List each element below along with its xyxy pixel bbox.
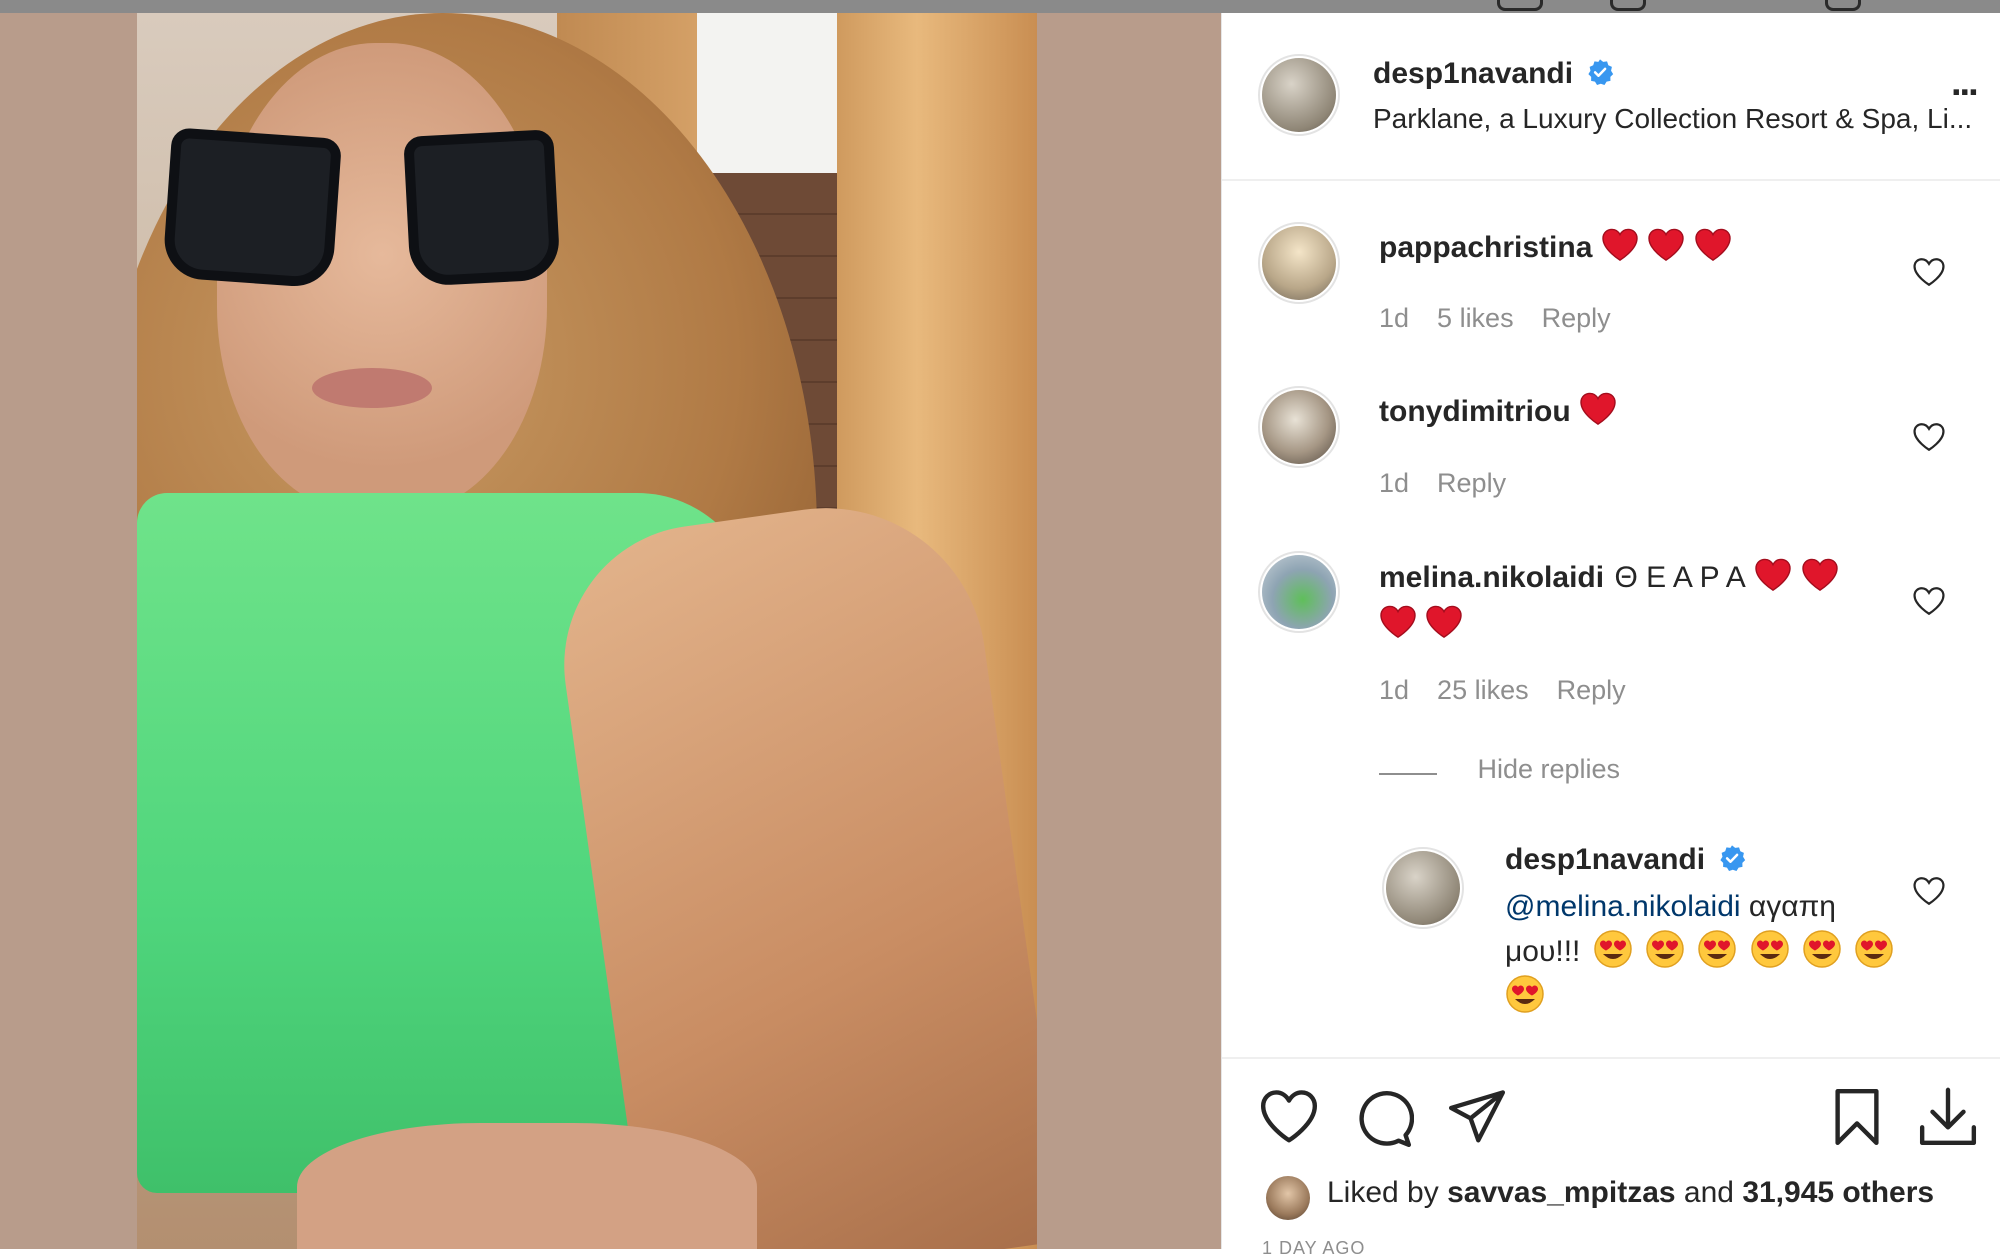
red-heart-emoji-icon bbox=[1755, 558, 1791, 591]
commenter-avatar[interactable] bbox=[1258, 386, 1340, 468]
comment-likes[interactable]: 5 likes bbox=[1437, 303, 1514, 333]
author-avatar[interactable] bbox=[1258, 54, 1340, 136]
like-comment-icon[interactable] bbox=[1912, 875, 1946, 907]
heart-eyes-emoji-icon bbox=[1751, 930, 1789, 968]
heart-eyes-emoji-icon bbox=[1506, 975, 1544, 1013]
window-icon bbox=[1497, 0, 1543, 11]
comment-body: melina.nikolaidi Θ Ε Α Ρ Α bbox=[1379, 556, 1879, 652]
comment-time[interactable]: 1d bbox=[1379, 468, 1409, 498]
reply-username[interactable]: desp1navandi bbox=[1505, 843, 1705, 876]
liker-avatar[interactable] bbox=[1266, 1176, 1310, 1220]
more-options-icon[interactable]: ... bbox=[1951, 64, 1979, 102]
like-icon[interactable] bbox=[1258, 1086, 1320, 1148]
red-heart-emoji-icon bbox=[1801, 558, 1838, 591]
sunglasses-right-lens bbox=[403, 129, 561, 287]
heart-eyes-emoji-icon bbox=[1803, 930, 1841, 968]
author-username[interactable]: desp1navandi bbox=[1373, 57, 1573, 90]
like-comment-icon[interactable] bbox=[1912, 256, 1946, 288]
header-divider bbox=[1222, 179, 2000, 181]
post-media[interactable] bbox=[0, 13, 1221, 1249]
like-comment-icon[interactable] bbox=[1912, 421, 1946, 453]
waist bbox=[297, 1123, 757, 1249]
comment-text: Θ Ε Α Ρ Α bbox=[1614, 561, 1746, 594]
comment-icon[interactable] bbox=[1352, 1088, 1414, 1150]
verified-icon bbox=[1719, 845, 1745, 871]
reply-button[interactable]: Reply bbox=[1437, 468, 1506, 498]
reply-button[interactable]: Reply bbox=[1542, 303, 1611, 333]
commenter-avatar[interactable] bbox=[1258, 551, 1340, 633]
comment-time[interactable]: 1d bbox=[1379, 675, 1409, 705]
replies-line bbox=[1379, 772, 1437, 775]
liker-username[interactable]: savvas_mpitzas bbox=[1447, 1176, 1676, 1209]
reply-text-line2: μου!!! bbox=[1505, 935, 1581, 968]
commenter-avatar[interactable] bbox=[1258, 222, 1340, 304]
post-sidebar: desp1navandi Parklane, a Luxury Collecti… bbox=[1221, 13, 2000, 1258]
red-heart-emoji-icon bbox=[1426, 605, 1463, 638]
comment-meta: 1d 25 likes Reply bbox=[1379, 675, 1654, 706]
reply-text-line1: αγαπη bbox=[1740, 890, 1836, 923]
comment-body: pappachristina bbox=[1379, 228, 1732, 265]
comment-meta: 1d Reply bbox=[1379, 468, 1534, 499]
download-icon[interactable] bbox=[1917, 1086, 1979, 1148]
like-comment-icon[interactable] bbox=[1912, 585, 1946, 617]
reply-button[interactable]: Reply bbox=[1557, 675, 1626, 705]
post-location[interactable]: Parklane, a Luxury Collection Resort & S… bbox=[1373, 103, 1972, 135]
commenter-username[interactable]: tonydimitriou bbox=[1379, 395, 1571, 428]
reply-avatar[interactable] bbox=[1382, 847, 1464, 929]
likes-middle: and bbox=[1675, 1176, 1743, 1209]
heart-eyes-emoji-icon bbox=[1646, 930, 1684, 968]
comment-meta: 1d 5 likes Reply bbox=[1379, 303, 1639, 334]
window-icon bbox=[1610, 0, 1646, 11]
hide-replies-row[interactable]: Hide replies bbox=[1379, 754, 1620, 785]
heart-eyes-emoji-icon bbox=[1593, 930, 1632, 968]
red-heart-emoji-icon bbox=[1648, 228, 1685, 261]
red-heart-emoji-icon bbox=[1602, 228, 1638, 261]
browser-top-strip bbox=[0, 0, 2000, 13]
red-heart-emoji-icon bbox=[1380, 605, 1416, 638]
reply-mention[interactable]: @melina.nikolaidi bbox=[1505, 890, 1741, 923]
reply-header: desp1navandi bbox=[1505, 843, 1746, 877]
author-name-row: desp1navandi bbox=[1373, 57, 1614, 91]
likes-count[interactable]: 31,945 others bbox=[1742, 1176, 1934, 1209]
lips bbox=[312, 368, 432, 408]
actions-divider bbox=[1222, 1057, 2000, 1059]
comment-likes[interactable]: 25 likes bbox=[1437, 675, 1529, 705]
heart-eyes-emoji-icon bbox=[1855, 930, 1894, 968]
likes-summary: Liked by savvas_mpitzas and 31,945 other… bbox=[1327, 1176, 1934, 1210]
share-icon[interactable] bbox=[1446, 1086, 1508, 1148]
red-heart-emoji-icon bbox=[1580, 392, 1616, 425]
verified-icon bbox=[1587, 59, 1613, 85]
save-icon[interactable] bbox=[1826, 1086, 1888, 1148]
comment-time[interactable]: 1d bbox=[1379, 303, 1409, 333]
commenter-username[interactable]: melina.nikolaidi bbox=[1379, 561, 1604, 594]
commenter-username[interactable]: pappachristina bbox=[1379, 231, 1592, 264]
likes-prefix: Liked by bbox=[1327, 1176, 1448, 1209]
hide-replies-button[interactable]: Hide replies bbox=[1477, 754, 1620, 784]
comment-body: tonydimitriou bbox=[1379, 392, 1617, 429]
window-icon bbox=[1825, 0, 1861, 11]
red-heart-emoji-icon bbox=[1695, 228, 1731, 261]
post-photo[interactable] bbox=[137, 13, 1037, 1249]
reply-body: @melina.nikolaidi αγαπη μου!!! bbox=[1505, 885, 1925, 1019]
sunglasses-left-lens bbox=[161, 127, 343, 289]
heart-eyes-emoji-icon bbox=[1698, 930, 1737, 968]
